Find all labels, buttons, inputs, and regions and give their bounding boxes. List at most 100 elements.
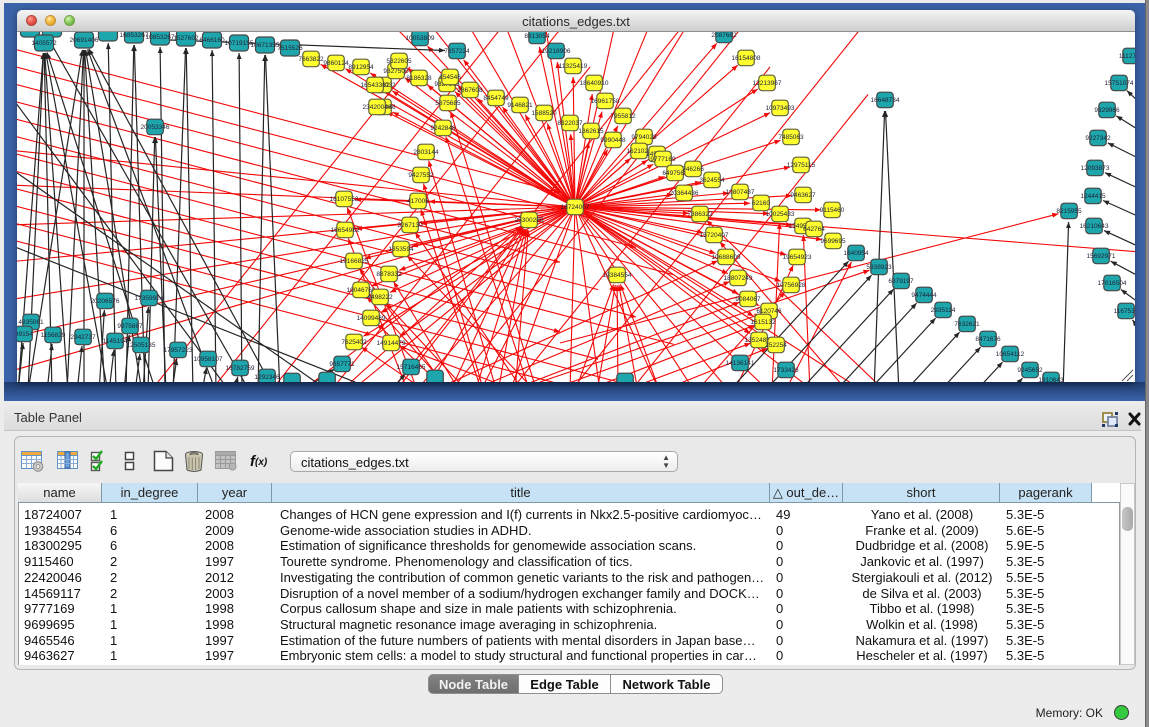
- svg-text:12093873: 12093873: [1081, 165, 1110, 172]
- svg-text:10807487: 10807487: [726, 189, 755, 196]
- svg-text:9777169: 9777169: [650, 156, 676, 163]
- svg-text:16648734: 16648734: [871, 97, 900, 104]
- svg-text:17957223: 17957223: [164, 347, 193, 354]
- svg-text:18807249: 18807249: [724, 275, 753, 282]
- svg-text:9463627: 9463627: [790, 192, 816, 199]
- svg-text:1588520: 1588520: [531, 110, 557, 117]
- svg-text:642764: 642764: [803, 226, 825, 233]
- svg-text:18724007: 18724007: [561, 204, 590, 211]
- svg-text:8878332: 8878332: [376, 271, 402, 278]
- svg-text:9657771: 9657771: [329, 361, 355, 368]
- svg-text:5322605: 5322605: [386, 58, 412, 65]
- svg-text:1640954: 1640954: [843, 250, 869, 257]
- svg-text:19384554: 19384554: [603, 272, 632, 279]
- svg-text:8471676: 8471676: [975, 336, 1001, 343]
- svg-text:9245652: 9245652: [1017, 367, 1043, 374]
- svg-text:14099489: 14099489: [357, 315, 386, 322]
- svg-text:9699695: 9699695: [820, 238, 846, 245]
- svg-text:1615132: 1615132: [750, 319, 776, 326]
- svg-text:9794028: 9794028: [631, 134, 657, 141]
- svg-text:20364436: 20364436: [670, 190, 699, 197]
- svg-text:746266: 746266: [682, 166, 704, 173]
- svg-text:15692971: 15692971: [1087, 253, 1116, 260]
- svg-text:20691406: 20691406: [70, 37, 99, 44]
- svg-text:19218906: 19218906: [542, 48, 571, 55]
- svg-text:8215955: 8215955: [1056, 208, 1082, 215]
- svg-text:5875685: 5875685: [435, 100, 461, 107]
- svg-text:17016504: 17016504: [1098, 280, 1127, 287]
- svg-text:4498222: 4498222: [367, 294, 393, 301]
- svg-text:12213967: 12213967: [753, 80, 782, 87]
- svg-text:1362615: 1362615: [578, 128, 604, 135]
- svg-text:15716485: 15716485: [397, 364, 426, 371]
- svg-text:15720407: 15720407: [700, 232, 729, 239]
- svg-text:10654112: 10654112: [996, 351, 1025, 358]
- svg-text:16654982: 16654982: [331, 227, 360, 234]
- svg-text:12505135: 12505135: [127, 342, 156, 349]
- svg-text:1167533: 1167533: [1114, 308, 1135, 315]
- svg-text:1733426: 1733426: [773, 367, 799, 374]
- svg-text:19654923: 19654923: [783, 254, 812, 261]
- svg-text:7857224: 7857224: [444, 48, 470, 55]
- svg-text:9084067: 9084067: [735, 296, 761, 303]
- svg-text:7485063: 7485063: [778, 134, 804, 141]
- svg-text:1910643: 1910643: [1038, 377, 1064, 382]
- svg-text:16782759: 16782759: [226, 365, 255, 372]
- svg-text:7955812: 7955812: [610, 113, 636, 120]
- svg-text:1405572: 1405572: [31, 40, 57, 47]
- svg-text:1156829: 1156829: [41, 332, 66, 339]
- svg-text:1145194: 1145194: [103, 338, 128, 345]
- svg-text:154546: 154546: [439, 74, 461, 81]
- svg-text:252254: 252254: [765, 342, 787, 349]
- svg-text:15751074: 15751074: [1105, 80, 1134, 87]
- svg-text:1527602: 1527602: [173, 35, 199, 42]
- svg-text:7386322: 7386322: [687, 211, 713, 218]
- svg-text:8813054: 8813054: [524, 33, 550, 40]
- svg-text:9860124: 9860124: [323, 60, 349, 67]
- svg-text:3267130: 3267130: [397, 222, 423, 229]
- svg-text:8912954: 8912954: [348, 64, 374, 71]
- svg-text:9146821: 9146821: [507, 102, 533, 109]
- svg-text:9990448: 9990448: [600, 137, 626, 144]
- svg-text:9329966: 9329966: [1094, 107, 1120, 114]
- svg-text:8186328: 8186328: [406, 75, 432, 82]
- svg-text:9975867: 9975867: [117, 323, 143, 330]
- svg-text:2803144: 2803144: [413, 149, 439, 156]
- svg-text:10756928: 10756928: [777, 282, 806, 289]
- svg-text:2087682: 2087682: [711, 32, 737, 39]
- svg-text:7663822: 7663822: [298, 56, 324, 63]
- svg-text:9427552: 9427552: [408, 172, 434, 179]
- svg-text:16853267: 16853267: [120, 32, 149, 39]
- svg-text:18640910: 18640910: [580, 80, 609, 87]
- svg-text:4835061: 4835061: [18, 319, 44, 326]
- svg-text:7632621: 7632621: [954, 321, 980, 328]
- svg-text:16210643: 16210643: [1080, 223, 1109, 230]
- svg-text:10688609: 10688609: [712, 254, 741, 261]
- svg-text:17359924: 17359924: [135, 295, 164, 302]
- svg-text:1244415: 1244415: [1080, 193, 1106, 200]
- svg-text:14914479: 14914479: [377, 340, 406, 347]
- svg-text:2942737: 2942737: [70, 334, 96, 341]
- svg-text:16543362: 16543362: [361, 82, 390, 89]
- svg-text:19166825: 19166825: [340, 258, 369, 265]
- svg-text:417006: 417006: [407, 198, 429, 205]
- svg-text:6379197: 6379197: [888, 278, 914, 285]
- svg-text:10025433: 10025433: [766, 211, 795, 218]
- svg-text:9227342: 9227342: [1085, 135, 1111, 142]
- svg-text:2935114: 2935114: [931, 307, 956, 314]
- svg-text:9474444: 9474444: [911, 292, 937, 299]
- svg-text:10973493: 10973493: [766, 105, 795, 112]
- svg-text:10671355: 10671355: [251, 42, 280, 49]
- svg-text:14136141: 14136141: [726, 360, 755, 367]
- svg-text:39154: 39154: [17, 331, 33, 338]
- svg-text:8322037: 8322037: [557, 120, 583, 127]
- svg-text:20206576: 20206576: [91, 298, 120, 305]
- svg-text:1112753: 1112753: [1119, 53, 1135, 60]
- svg-text:10053809: 10053809: [406, 35, 435, 42]
- svg-text:8454749: 8454749: [483, 95, 509, 102]
- svg-text:12975115: 12975115: [787, 162, 816, 169]
- svg-text:1292346: 1292346: [254, 374, 280, 381]
- svg-text:2867608: 2867608: [457, 87, 483, 94]
- svg-text:11325419: 11325419: [559, 63, 588, 70]
- svg-text:16107553: 16107553: [330, 196, 359, 203]
